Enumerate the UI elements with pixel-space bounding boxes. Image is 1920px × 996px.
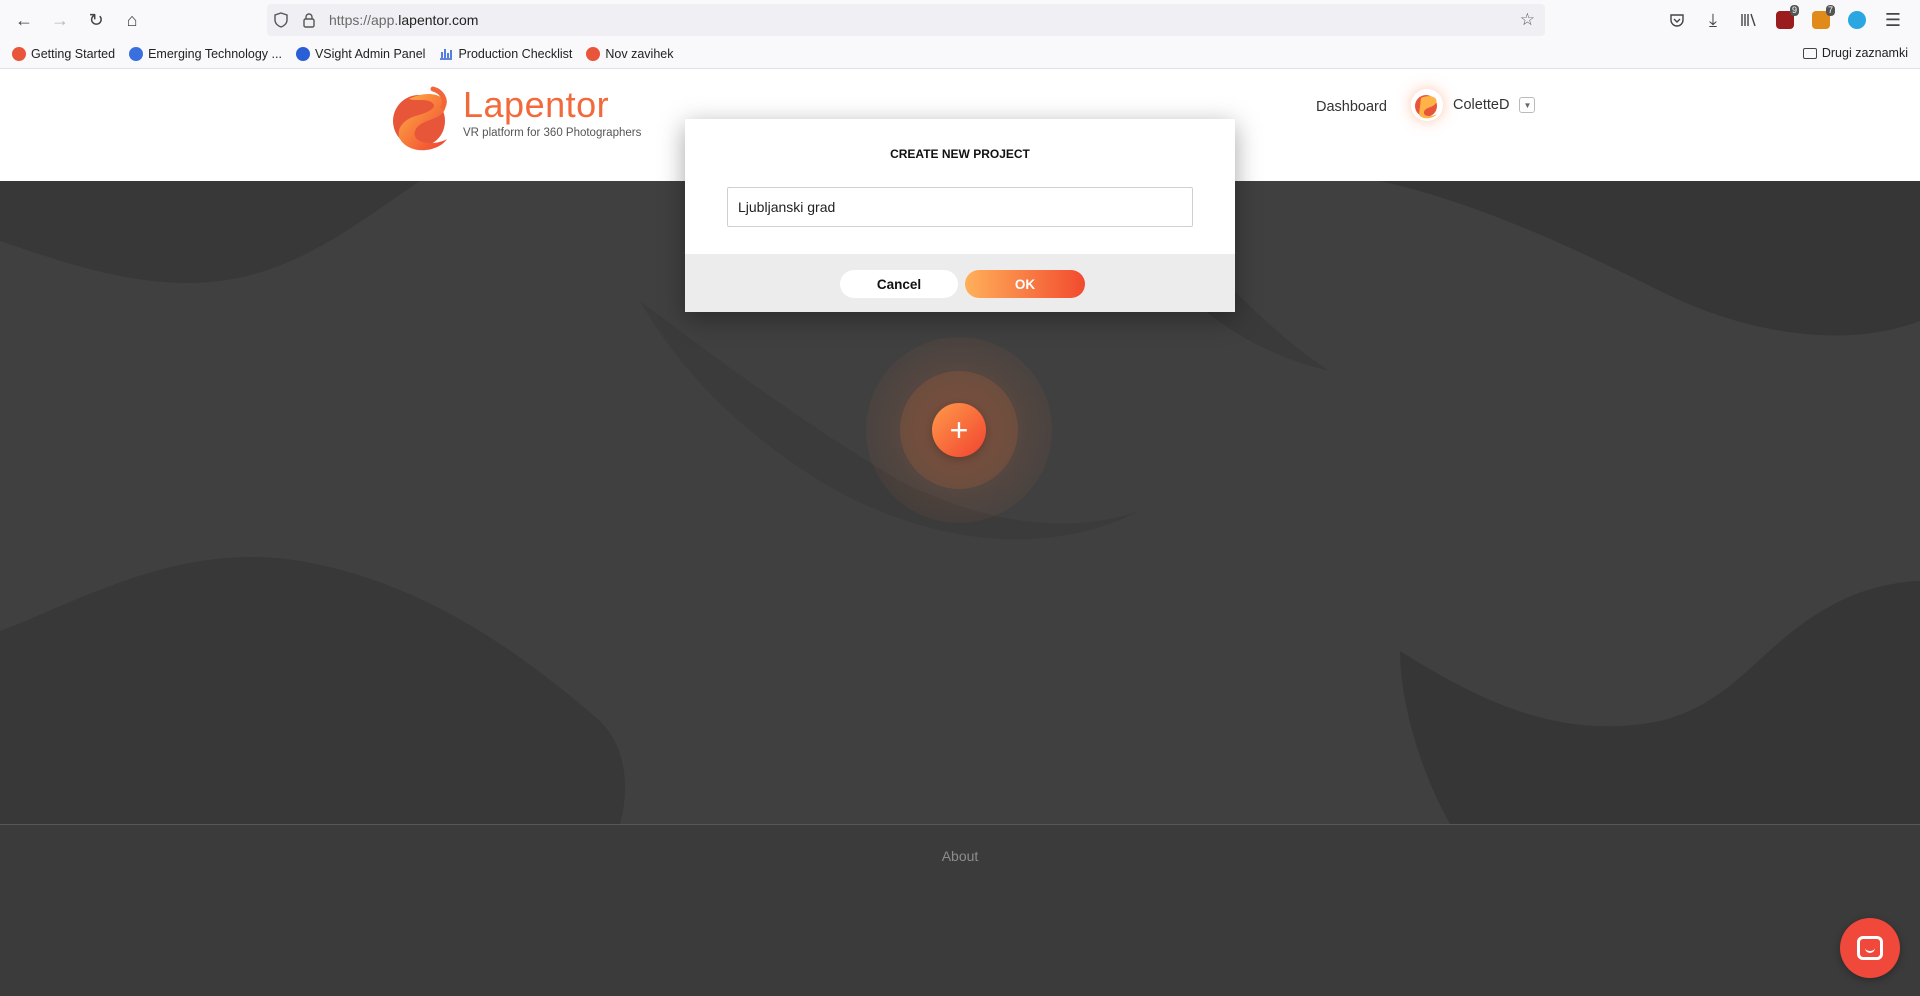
add-project-glow: + bbox=[866, 337, 1052, 523]
folder-icon bbox=[1802, 47, 1817, 59]
chat-icon bbox=[1857, 936, 1883, 960]
bookmark-vsight-admin-panel[interactable]: VSight Admin Panel bbox=[295, 47, 425, 61]
pocket-icon[interactable] bbox=[1662, 4, 1692, 36]
brand-tagline: VR platform for 360 Photographers bbox=[463, 127, 642, 139]
vsight-icon bbox=[295, 47, 310, 61]
brand-logo[interactable]: Lapentor VR platform for 360 Photographe… bbox=[389, 85, 641, 155]
bookmark-production-checklist[interactable]: Production Checklist bbox=[439, 46, 572, 63]
bookmark-emerging-technology[interactable]: Emerging Technology ... bbox=[129, 47, 282, 61]
back-icon[interactable]: ← bbox=[6, 4, 42, 36]
shield-icon[interactable] bbox=[267, 12, 295, 28]
ublock-icon[interactable]: 9 bbox=[1770, 4, 1800, 36]
brand-name: Lapentor bbox=[463, 84, 610, 125]
downloads-icon[interactable]: ⤓ bbox=[1698, 4, 1728, 36]
about-link[interactable]: About bbox=[0, 848, 1920, 864]
avatar bbox=[1411, 89, 1443, 121]
project-name-input[interactable] bbox=[727, 187, 1193, 227]
forward-icon[interactable]: → bbox=[42, 4, 78, 36]
firefox-icon bbox=[586, 47, 601, 61]
lapentor-logo-icon bbox=[393, 86, 447, 151]
home-icon[interactable]: ⌂ bbox=[114, 4, 150, 36]
reload-icon[interactable]: ↻ bbox=[78, 4, 114, 36]
bookmarks-bar: Getting Started Emerging Technology ... … bbox=[0, 40, 1920, 69]
browser-toolbar: ← → ↻ ⌂ https://app.lapentor.com ☆ ⤓ 9 7… bbox=[0, 0, 1920, 40]
bookmark-star-icon[interactable]: ☆ bbox=[1520, 10, 1535, 30]
cancel-button[interactable]: Cancel bbox=[840, 270, 958, 298]
url-text: https://app.lapentor.com bbox=[329, 12, 479, 28]
gear-icon bbox=[129, 47, 144, 61]
chevron-down-icon[interactable]: ▼ bbox=[1519, 97, 1536, 113]
extension-icon[interactable]: 7 bbox=[1806, 4, 1836, 36]
chart-icon bbox=[439, 46, 453, 63]
modal-title: CREATE NEW PROJECT bbox=[890, 147, 1030, 161]
firefox-icon bbox=[12, 47, 26, 61]
user-menu[interactable]: ColetteD ▼ bbox=[1411, 89, 1536, 121]
username: ColetteD bbox=[1453, 97, 1510, 113]
library-icon[interactable] bbox=[1734, 4, 1764, 36]
create-project-modal: CREATE NEW PROJECT Cancel OK bbox=[685, 119, 1235, 312]
address-bar[interactable]: https://app.lapentor.com ☆ bbox=[267, 4, 1545, 36]
chat-launcher-button[interactable] bbox=[1840, 918, 1900, 978]
bookmark-getting-started[interactable]: Getting Started bbox=[12, 47, 115, 61]
bookmark-nov-zavihek[interactable]: Nov zavihek bbox=[586, 47, 674, 61]
menu-icon[interactable]: ☰ bbox=[1878, 4, 1908, 36]
plus-icon: + bbox=[949, 411, 969, 448]
ok-button[interactable]: OK bbox=[965, 270, 1085, 298]
add-project-button[interactable]: + bbox=[932, 403, 986, 457]
nav-dashboard-link[interactable]: Dashboard bbox=[1316, 99, 1387, 115]
other-bookmarks[interactable]: Drugi zaznamki bbox=[1802, 46, 1908, 60]
lock-icon[interactable] bbox=[295, 12, 323, 28]
footer: About bbox=[0, 824, 1920, 996]
vsight-extension-icon[interactable] bbox=[1842, 4, 1872, 36]
modal-footer: Cancel OK bbox=[685, 254, 1235, 312]
